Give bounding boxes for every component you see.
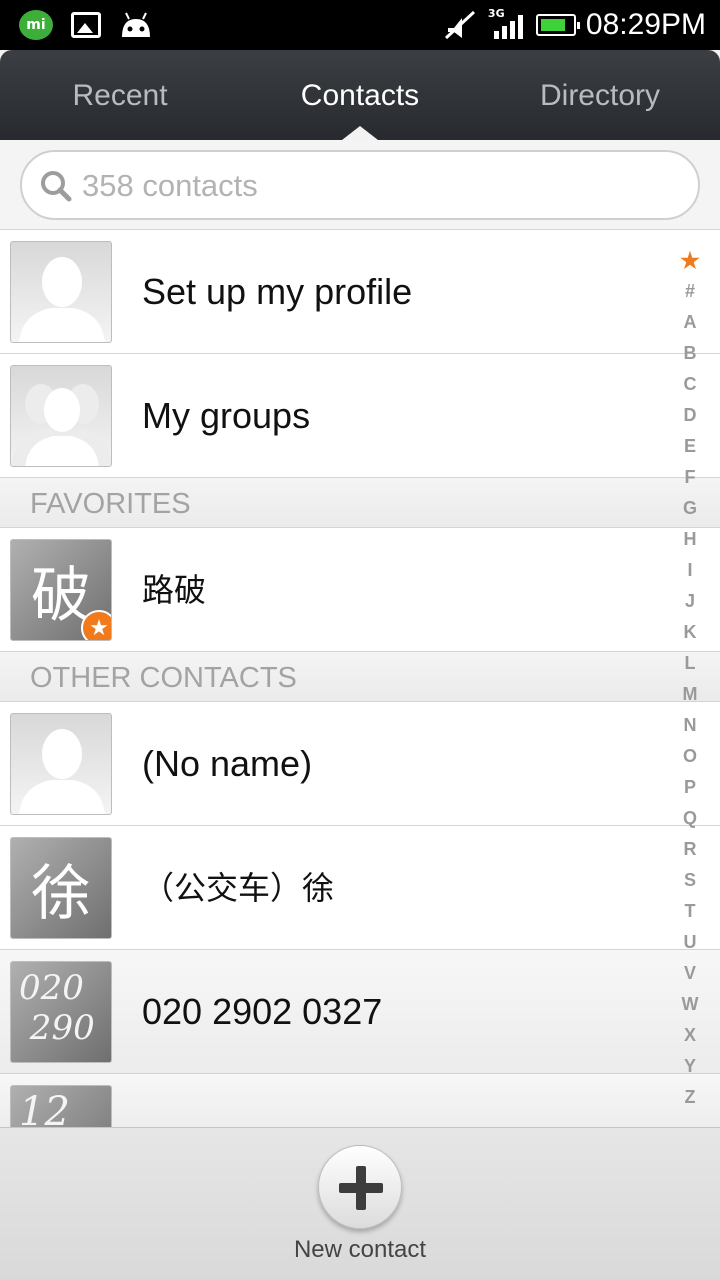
favorite-star-icon: ★ bbox=[81, 610, 111, 640]
row-label: 路破 bbox=[142, 571, 207, 609]
contact-row[interactable]: 020 290 020 2902 0327 bbox=[0, 950, 720, 1074]
index-favorites-star-icon[interactable]: ★ bbox=[678, 245, 702, 276]
tab-directory[interactable]: Directory bbox=[480, 50, 720, 140]
clock: 08:29PM bbox=[585, 8, 706, 41]
alphabet-index[interactable]: ★ # A B C D E F G H I J K L M N O P Q R S T U V W X Y Z bbox=[678, 245, 702, 1113]
row-label: Set up my profile bbox=[142, 271, 413, 312]
index-letter[interactable]: F bbox=[678, 462, 702, 493]
image-icon bbox=[68, 8, 104, 42]
notification-icons: mi bbox=[18, 8, 154, 42]
index-letter[interactable]: C bbox=[678, 369, 702, 400]
contact-list: Set up my profile My groups FAVORITES 破 … bbox=[0, 230, 720, 1134]
signal-icon: 3G bbox=[488, 5, 526, 45]
search-input[interactable] bbox=[82, 164, 642, 208]
tab-recent[interactable]: Recent bbox=[0, 50, 240, 140]
index-letter[interactable]: # bbox=[678, 276, 702, 307]
contact-row[interactable]: (No name) bbox=[0, 702, 720, 826]
avatar bbox=[10, 365, 112, 467]
active-tab-indicator bbox=[342, 126, 378, 140]
index-letter[interactable]: Y bbox=[678, 1051, 702, 1082]
contact-row[interactable]: 徐 （公交车）徐 bbox=[0, 826, 720, 950]
android-icon bbox=[118, 8, 154, 42]
section-header-other: OTHER CONTACTS bbox=[0, 652, 720, 702]
avatar-handwriting: 12 bbox=[19, 1089, 70, 1134]
index-letter[interactable]: I bbox=[678, 555, 702, 586]
index-letter[interactable]: X bbox=[678, 1020, 702, 1051]
battery-icon bbox=[535, 14, 580, 36]
index-letter[interactable]: G bbox=[678, 493, 702, 524]
search-bar bbox=[0, 140, 720, 230]
new-contact-label[interactable]: New contact bbox=[0, 1236, 720, 1264]
avatar-initial: 徐 bbox=[31, 858, 91, 929]
group-silhouette-icon bbox=[11, 384, 111, 466]
index-letter[interactable]: B bbox=[678, 338, 702, 369]
avatar: 徐 bbox=[10, 837, 112, 939]
index-letter[interactable]: T bbox=[678, 896, 702, 927]
mi-talk-icon: mi bbox=[18, 8, 54, 42]
index-letter[interactable]: L bbox=[678, 648, 702, 679]
contact-row-partial[interactable]: 12 bbox=[0, 1074, 720, 1134]
avatar: 破 ★ bbox=[10, 539, 112, 641]
row-label: （公交车）徐 bbox=[142, 869, 335, 907]
index-letter[interactable]: V bbox=[678, 958, 702, 989]
index-letter[interactable]: P bbox=[678, 772, 702, 803]
new-contact-button[interactable] bbox=[318, 1145, 402, 1229]
mute-icon bbox=[442, 8, 478, 42]
index-letter[interactable]: R bbox=[678, 834, 702, 865]
index-letter[interactable]: Q bbox=[678, 803, 702, 834]
row-label: (No name) bbox=[142, 743, 313, 784]
person-silhouette-icon bbox=[19, 729, 105, 814]
person-silhouette-icon bbox=[19, 257, 105, 342]
bottom-bar: New contact bbox=[0, 1127, 720, 1280]
index-letter[interactable]: A bbox=[678, 307, 702, 338]
index-letter[interactable]: J bbox=[678, 586, 702, 617]
index-letter[interactable]: U bbox=[678, 927, 702, 958]
index-letter[interactable]: K bbox=[678, 617, 702, 648]
index-letter[interactable]: S bbox=[678, 865, 702, 896]
status-bar: mi 3G 08:29PM bbox=[0, 0, 720, 50]
index-letter[interactable]: E bbox=[678, 431, 702, 462]
contact-row[interactable]: 破 ★ 路破 bbox=[0, 528, 720, 652]
index-letter[interactable]: H bbox=[678, 524, 702, 555]
index-letter[interactable]: Z bbox=[678, 1082, 702, 1113]
section-header-favorites: FAVORITES bbox=[0, 478, 720, 528]
row-label: 020 2902 0327 bbox=[142, 991, 383, 1032]
index-letter[interactable]: O bbox=[678, 741, 702, 772]
index-letter[interactable]: N bbox=[678, 710, 702, 741]
index-letter[interactable]: W bbox=[678, 989, 702, 1020]
avatar: 020 290 bbox=[10, 961, 112, 1063]
avatar-handwriting: 020 290 bbox=[19, 968, 95, 1048]
search-box[interactable] bbox=[20, 150, 700, 220]
groups-row[interactable]: My groups bbox=[0, 354, 720, 478]
search-icon bbox=[40, 170, 72, 202]
mi-talk-label: mi bbox=[19, 10, 53, 40]
index-letter[interactable]: M bbox=[678, 679, 702, 710]
index-letter[interactable]: D bbox=[678, 400, 702, 431]
profile-row[interactable]: Set up my profile bbox=[0, 230, 720, 354]
avatar bbox=[10, 241, 112, 343]
system-icons: 3G 08:29PM bbox=[442, 0, 706, 50]
avatar bbox=[10, 713, 112, 815]
row-label: My groups bbox=[142, 395, 311, 436]
